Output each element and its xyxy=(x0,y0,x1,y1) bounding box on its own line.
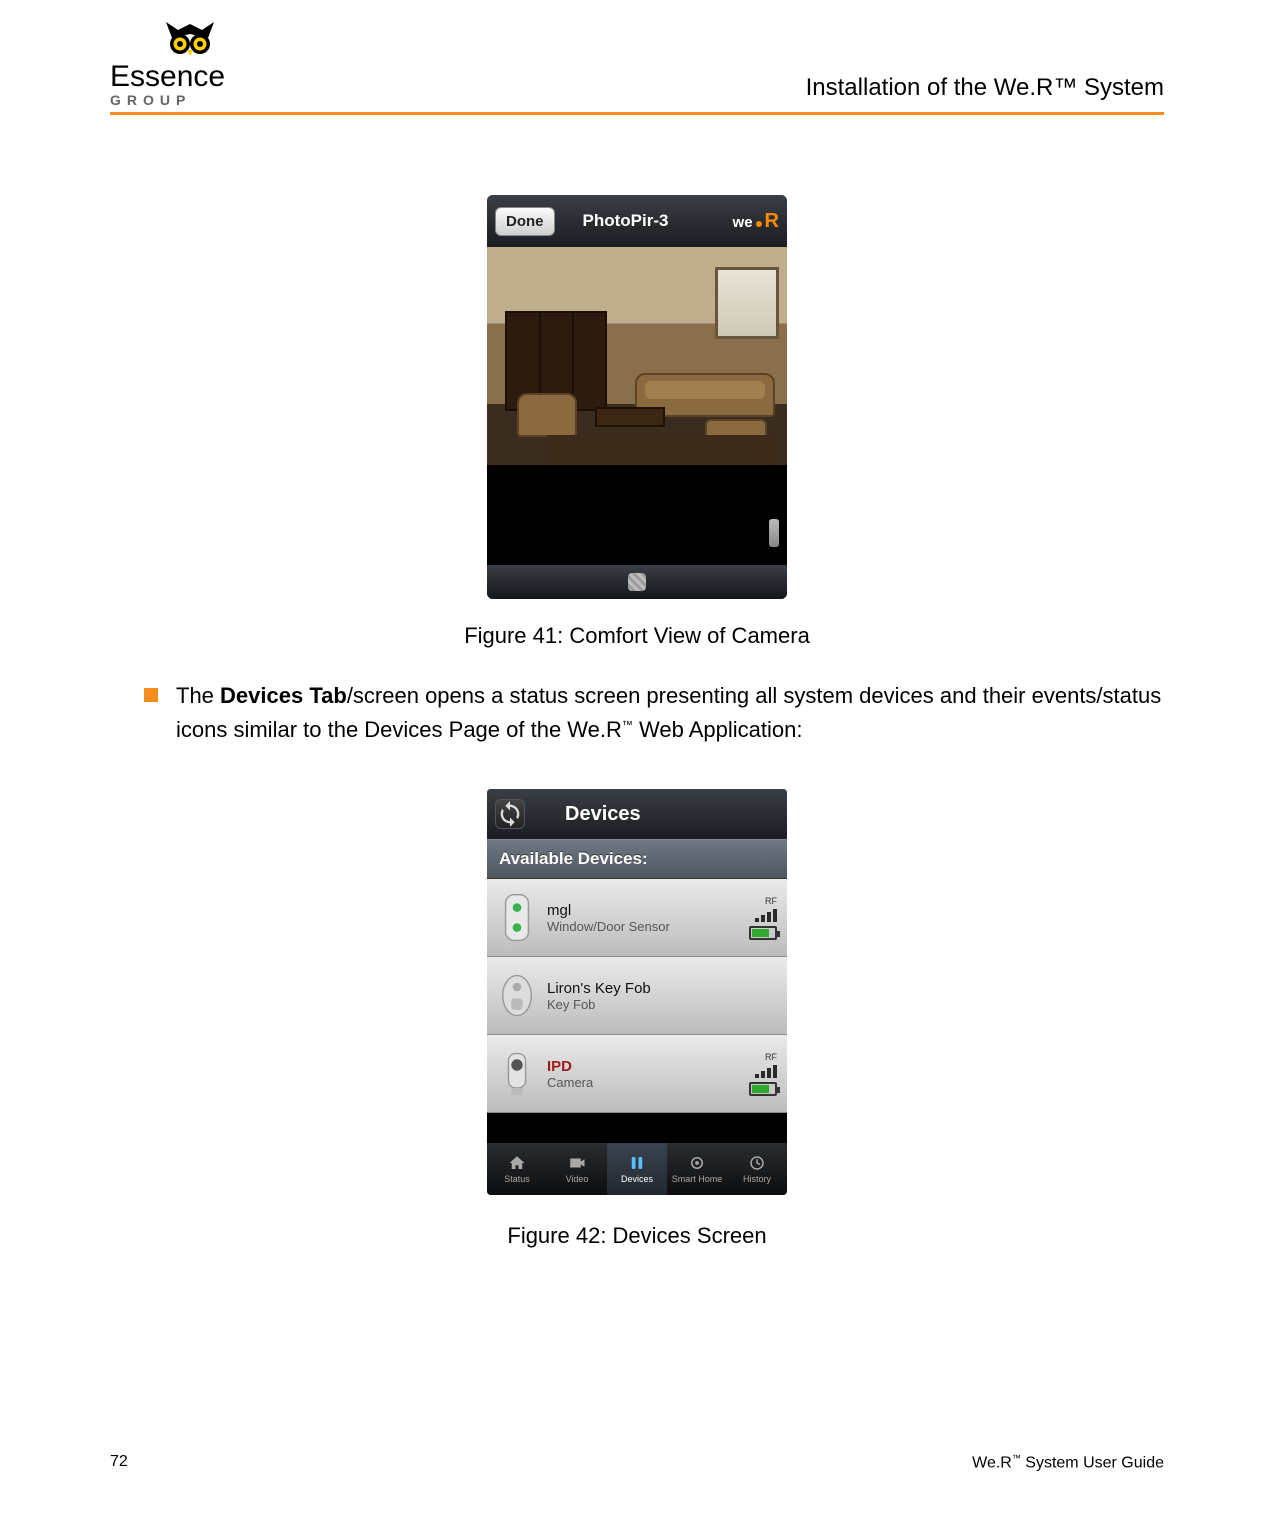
photo-topbar: Done PhotoPir-3 we R xyxy=(487,195,787,247)
clock-icon xyxy=(746,1154,768,1172)
device-type: Key Fob xyxy=(547,997,651,1012)
figure-41-caption: Figure 41: Comfort View of Camera xyxy=(110,623,1164,649)
devices-topbar: Devices xyxy=(487,789,787,839)
scroll-handle[interactable] xyxy=(769,519,779,547)
device-row[interactable]: Liron's Key Fob Key Fob xyxy=(487,957,787,1035)
bullet-tm: ™ xyxy=(622,720,633,732)
rf-label: RF xyxy=(765,1052,777,1062)
tab-label: History xyxy=(743,1174,771,1184)
photo-footer xyxy=(487,565,787,599)
tab-label: Video xyxy=(566,1174,589,1184)
tab-history[interactable]: History xyxy=(727,1143,787,1195)
page-title: Installation of the We.R™ System xyxy=(806,74,1164,108)
photo-black-area xyxy=(487,465,787,565)
devices-gap xyxy=(487,1113,787,1143)
devices-icon xyxy=(626,1154,648,1172)
figure-41-screenshot: Done PhotoPir-3 we R xyxy=(487,195,787,599)
device-row[interactable]: mgl Window/Door Sensor RF xyxy=(487,879,787,957)
tab-video[interactable]: Video xyxy=(547,1143,607,1195)
tab-label: Smart Home xyxy=(672,1174,723,1184)
device-status: RF xyxy=(749,896,777,940)
wer-logo: we R xyxy=(733,210,779,233)
bullet-suffix: Web Application: xyxy=(633,717,803,742)
bullet-prefix: The xyxy=(176,683,220,708)
bullet-text: The Devices Tab/screen opens a status sc… xyxy=(176,679,1164,747)
footer-guide-pre: We.R xyxy=(972,1454,1012,1471)
page-number: 72 xyxy=(110,1453,128,1472)
battery-icon xyxy=(749,1082,777,1096)
done-button[interactable]: Done xyxy=(495,207,555,236)
tab-smart-home[interactable]: Smart Home xyxy=(667,1143,727,1195)
thumbnail-icon[interactable] xyxy=(628,573,646,591)
brand-name: Essence xyxy=(110,60,270,94)
tab-bar: Status Video Devices Smart Home xyxy=(487,1143,787,1195)
home-icon xyxy=(506,1154,528,1172)
device-name: mgl xyxy=(547,902,670,919)
wer-r-text: R xyxy=(765,210,779,233)
door-sensor-icon xyxy=(497,894,537,942)
brand-sub: GROUP xyxy=(110,92,270,108)
wer-dot-icon xyxy=(756,221,762,227)
tab-label: Devices xyxy=(621,1174,653,1184)
tab-label: Status xyxy=(504,1174,530,1184)
video-icon xyxy=(566,1154,588,1172)
page-header: Essence GROUP Installation of the We.R™ … xyxy=(110,0,1164,108)
figure-42-screenshot: Devices Available Devices: mgl Window/Do… xyxy=(487,789,787,1195)
bullet-item: The Devices Tab/screen opens a status sc… xyxy=(144,679,1164,747)
tab-status[interactable]: Status xyxy=(487,1143,547,1195)
refresh-button[interactable] xyxy=(495,799,525,829)
tab-devices[interactable]: Devices xyxy=(607,1143,667,1195)
photo-title: PhotoPir-3 xyxy=(583,211,669,231)
device-status: RF xyxy=(749,1052,777,1096)
wer-we-text: we xyxy=(733,214,753,231)
camera-icon xyxy=(497,1050,537,1098)
footer-guide: We.R™ System User Guide xyxy=(972,1453,1164,1472)
keyfob-icon xyxy=(497,972,537,1020)
devices-title: Devices xyxy=(565,803,641,826)
signal-icon xyxy=(755,908,777,922)
devices-section-header: Available Devices: xyxy=(487,839,787,879)
figure-42-caption: Figure 42: Devices Screen xyxy=(110,1223,1164,1249)
bullet-icon xyxy=(144,688,158,702)
device-name: Liron's Key Fob xyxy=(547,980,651,997)
signal-icon xyxy=(755,1064,777,1078)
brand-logo: Essence GROUP xyxy=(110,20,270,108)
battery-icon xyxy=(749,926,777,940)
camera-photo xyxy=(487,247,787,465)
bullet-bold: Devices Tab xyxy=(220,683,347,708)
owl-icon xyxy=(110,20,270,60)
footer-guide-tm: ™ xyxy=(1012,1453,1021,1463)
page-footer: 72 We.R™ System User Guide xyxy=(110,1453,1164,1472)
rf-label: RF xyxy=(765,896,777,906)
device-row[interactable]: IPD Camera RF xyxy=(487,1035,787,1113)
device-type: Camera xyxy=(547,1075,593,1090)
gear-icon xyxy=(686,1154,708,1172)
footer-guide-post: System User Guide xyxy=(1021,1454,1164,1471)
device-name: IPD xyxy=(547,1058,593,1075)
device-type: Window/Door Sensor xyxy=(547,919,670,934)
